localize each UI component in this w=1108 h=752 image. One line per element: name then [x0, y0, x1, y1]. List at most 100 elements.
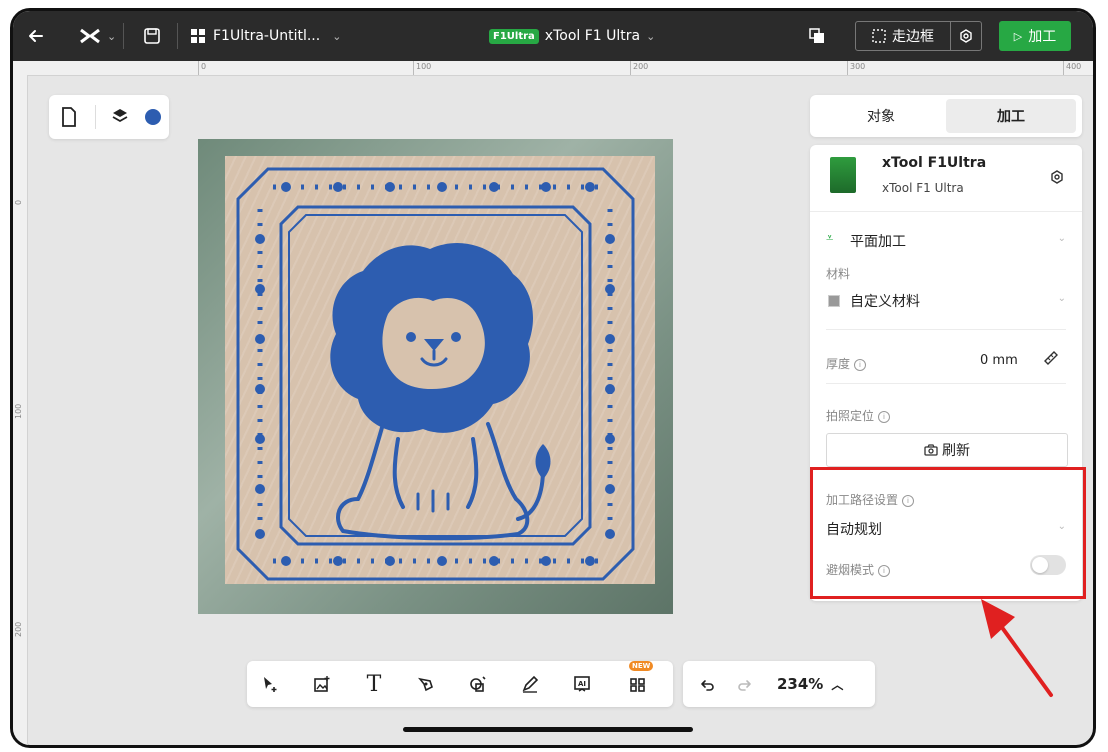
process-button[interactable]: ▷ 加工	[999, 21, 1071, 51]
ai-icon: AI	[574, 676, 590, 692]
device-name: xTool F1 Ultra	[544, 28, 641, 44]
divider	[95, 105, 96, 129]
frame-settings-button[interactable]	[951, 21, 982, 51]
save-button[interactable]	[143, 11, 161, 61]
divider	[177, 23, 178, 49]
device-selector[interactable]: F1Ultra xTool F1 Ultra ⌄	[489, 11, 655, 61]
back-arrow-icon	[29, 30, 43, 42]
back-button[interactable]	[27, 11, 45, 61]
undo-icon	[701, 680, 714, 691]
material-label: 材料	[826, 267, 851, 281]
apps-grid-icon	[630, 678, 645, 692]
frame-dashed-icon	[872, 29, 886, 43]
material-swatch-icon	[828, 295, 840, 307]
processing-mode-select[interactable]: ⩡ 平面加工 ⌄	[826, 231, 1066, 251]
ruler-label: 300	[850, 62, 866, 71]
image-tool[interactable]	[307, 669, 337, 699]
svg-text:AI: AI	[578, 680, 586, 688]
camera-position-label-text: 拍照定位	[826, 409, 875, 423]
home-indicator	[403, 727, 693, 732]
file-icon	[62, 107, 76, 127]
frame-button[interactable]: 走边框	[855, 21, 951, 51]
xtool-logo-icon	[80, 28, 100, 44]
thickness-input[interactable]: 0 mm	[980, 353, 1018, 368]
tab-process[interactable]: 加工	[946, 99, 1076, 133]
processing-mode-value: 平面加工	[850, 234, 906, 250]
pen-nib-icon	[418, 677, 433, 692]
device-subtitle: xTool F1 Ultra	[882, 181, 964, 195]
app-frame: ⌄ F1Ultra-Untitl... ⌄ F1Ultra xTool F1 U…	[10, 8, 1096, 748]
vertical-ruler: 0 100 200	[13, 75, 28, 745]
ruler-label: 0	[201, 62, 207, 71]
ruler-tick	[198, 61, 199, 75]
chevron-down-icon: ⌄	[646, 29, 656, 43]
zoom-toolbar: 234% ︿	[683, 661, 875, 707]
tab-object[interactable]: 对象	[816, 99, 946, 133]
chevron-down-icon: ⌄	[332, 29, 342, 43]
chevron-down-icon: ⌄	[1057, 293, 1066, 304]
shapes-icon	[470, 676, 486, 692]
ruler-label: 200	[633, 62, 649, 71]
chevron-up-icon: ︿	[831, 677, 844, 692]
ruler-label: 400	[1066, 62, 1082, 71]
refresh-button-label: 刷新	[942, 443, 970, 459]
work-area-camera-view	[198, 139, 673, 614]
layer-color-swatch[interactable]	[145, 109, 161, 125]
apps-tool[interactable]: NEW	[623, 661, 654, 699]
gear-icon	[1051, 170, 1063, 184]
device-badge: F1Ultra	[489, 28, 539, 44]
ai-tool[interactable]: AI	[567, 669, 597, 699]
refresh-button[interactable]: 刷新	[826, 433, 1068, 467]
pen-tool[interactable]	[411, 669, 441, 699]
thickness-label: 厚度 i	[826, 355, 867, 372]
shape-tool[interactable]	[463, 669, 493, 699]
ruler-label: 100	[14, 403, 23, 419]
undo-button[interactable]	[691, 669, 721, 699]
process-button-label: 加工	[1028, 29, 1057, 45]
pencil-icon	[522, 675, 539, 693]
text-t-icon: T	[366, 671, 382, 697]
device-settings-button[interactable]	[1050, 169, 1064, 188]
redo-button[interactable]	[731, 669, 761, 699]
project-name: F1Ultra-Untitl...	[213, 28, 321, 44]
camera-position-label: 拍照定位 i	[826, 407, 891, 424]
divider	[810, 211, 1082, 212]
ruler-tick	[847, 61, 848, 75]
ruler-label: 200	[14, 621, 23, 637]
panel-tabs: 对象 加工	[810, 95, 1082, 137]
canvas-toolbar	[49, 95, 169, 139]
layers-button[interactable]	[111, 107, 129, 129]
ruler-tick	[413, 61, 414, 75]
save-icon	[144, 28, 160, 44]
xtool-logo-menu[interactable]: ⌄	[79, 11, 116, 61]
measure-button[interactable]	[1042, 349, 1060, 371]
thickness-label-text: 厚度	[826, 357, 851, 371]
material-select[interactable]: 自定义材料 ⌄	[826, 291, 1066, 313]
text-tool[interactable]: T	[359, 669, 389, 699]
red-arrow-annotation	[981, 599, 1053, 697]
project-menu[interactable]: F1Ultra-Untitl... ⌄	[191, 11, 341, 61]
project-grid-icon	[191, 29, 205, 43]
device-title: xTool F1Ultra	[882, 155, 987, 171]
lion-design[interactable]	[198, 139, 673, 614]
material-value: 自定义材料	[850, 294, 920, 310]
info-icon[interactable]: i	[878, 410, 891, 423]
divider	[826, 383, 1066, 384]
ruler-measure-icon	[1044, 351, 1058, 365]
ruler-label: 0	[14, 199, 23, 205]
gear-icon	[960, 29, 972, 43]
select-tool[interactable]	[255, 669, 285, 699]
image-add-icon	[314, 676, 330, 692]
copy-icon	[809, 28, 824, 43]
frame-button-label: 走边框	[892, 29, 934, 45]
draw-tool[interactable]	[515, 669, 545, 699]
zoom-level-select[interactable]: 234% ︿	[777, 672, 843, 696]
zoom-value: 234%	[777, 675, 824, 693]
copy-button[interactable]	[809, 11, 825, 61]
device-thumbnail	[830, 157, 856, 193]
divider	[123, 23, 124, 49]
info-icon[interactable]: i	[854, 358, 867, 371]
play-icon: ▷	[1013, 29, 1023, 43]
new-file-button[interactable]	[61, 107, 77, 131]
bottom-toolbar: T AI NEW	[247, 661, 673, 707]
